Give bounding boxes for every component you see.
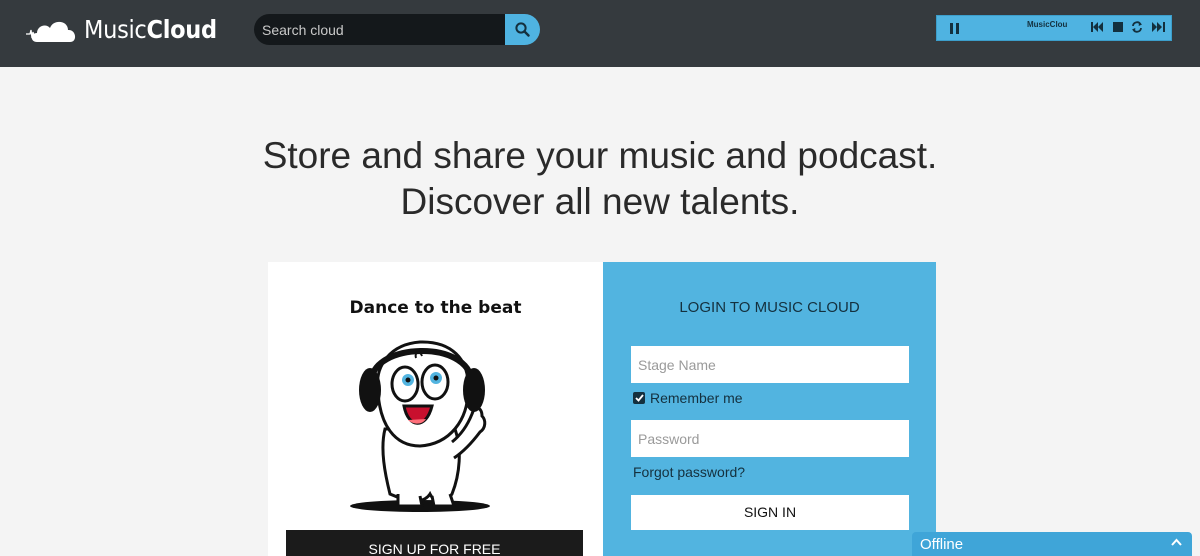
chat-status-label: Offline [920,536,964,553]
hero-headline-line-1: Store and share your music and podcast. [262,135,938,176]
promo-card: Dance to the beat SIGN UP FOR FREE [268,262,603,556]
repeat-icon[interactable] [1130,20,1144,34]
cloud-logo-icon [26,21,76,42]
logo[interactable]: MusicCloud [24,13,217,47]
remember-checkbox[interactable] [633,392,645,404]
stage-name-input[interactable] [631,346,909,383]
logo-text: MusicCloud [84,15,217,44]
player-track-title: MusicClou [1027,20,1068,29]
checkmark-icon [634,394,644,402]
login-title: LOGIN TO MUSIC CLOUD [679,299,860,316]
dancing-mascot-illustration [350,340,490,512]
search-input[interactable] [254,14,506,45]
chat-status-bar[interactable]: Offline [912,532,1192,556]
signup-button[interactable]: SIGN UP FOR FREE [286,530,583,556]
skip-forward-icon[interactable] [1151,20,1165,34]
pause-icon[interactable] [950,23,960,34]
skip-back-icon[interactable] [1090,20,1104,34]
password-input[interactable] [631,420,909,457]
search-icon [515,22,530,37]
chevron-up-icon [1171,538,1182,546]
search-bar [254,14,540,45]
promo-title: Dance to the beat [349,298,522,318]
login-panel: LOGIN TO MUSIC CLOUD Remember me Forgot … [603,262,936,556]
remember-label: Remember me [650,390,743,406]
remember-me[interactable]: Remember me [633,390,743,406]
forgot-password-link[interactable]: Forgot password? [633,464,745,480]
stop-icon[interactable] [1111,20,1125,34]
search-button[interactable] [505,14,540,45]
signin-button[interactable]: SIGN IN [631,495,909,530]
mini-player: MusicClou [936,15,1172,41]
hero-headline-line-2: Discover all new talents. [400,181,800,222]
top-navbar: MusicCloud MusicClou [0,0,1200,67]
